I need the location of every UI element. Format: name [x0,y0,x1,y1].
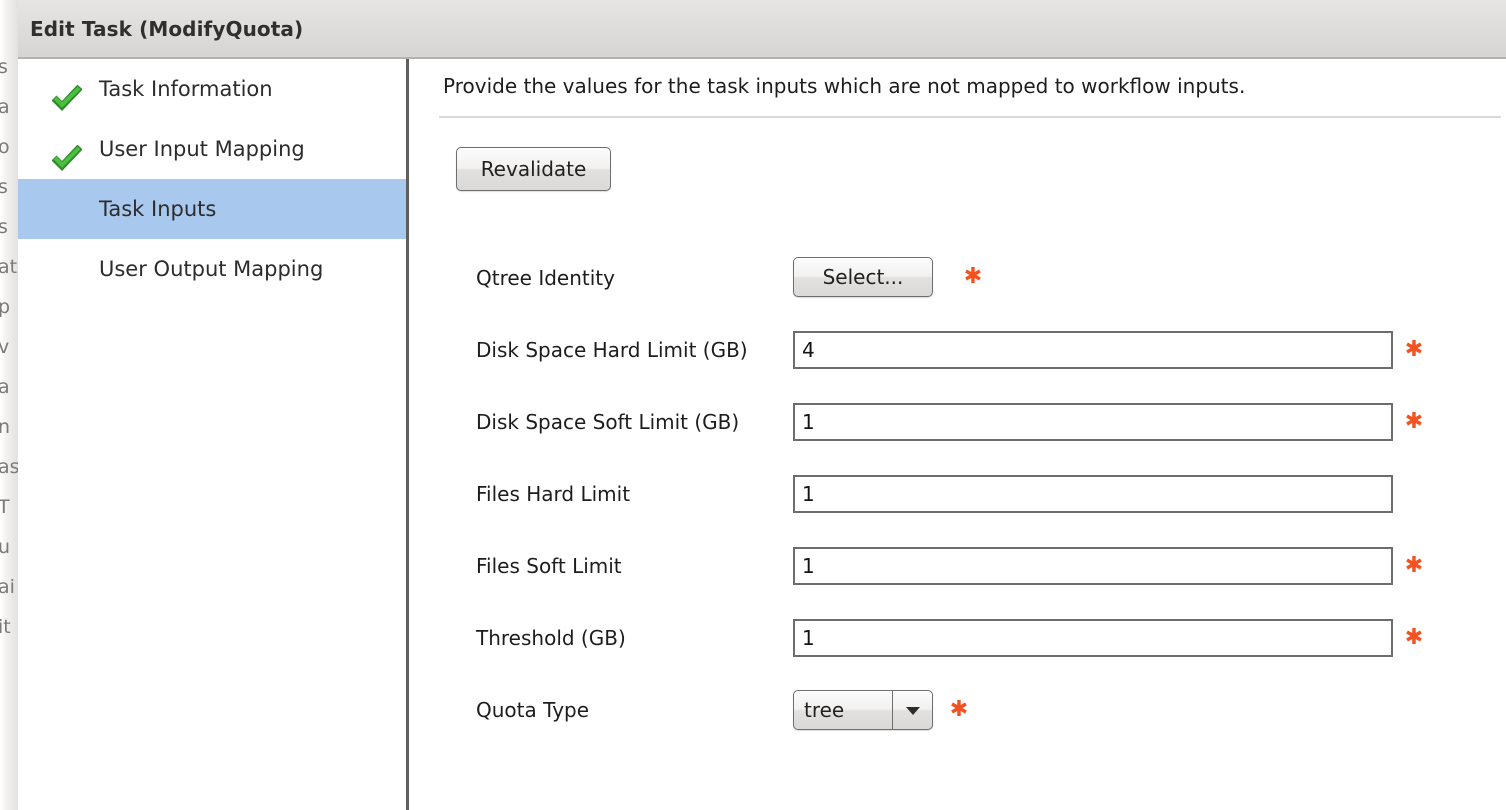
backdrop-text-fragment: s [0,176,8,198]
horizontal-divider [439,116,1501,118]
panel-instruction: Provide the values for the task inputs w… [443,74,1246,98]
field-label: Qtree Identity [476,266,615,290]
sidebar-item-user-output-mapping[interactable]: User Output Mapping [18,239,406,299]
field-label: Disk Space Soft Limit (GB) [476,410,740,434]
task-inputs-panel: Provide the values for the task inputs w… [409,59,1506,810]
backdrop-text-fragment: s [0,216,8,238]
sidebar-item-label: Task Inputs [99,197,217,221]
backdrop-text-fragment: a [0,376,10,398]
backdrop-text-fragment: a [0,96,10,118]
form-row-files-soft-limit: Files Soft Limit ✱ [409,543,1506,589]
required-asterisk-icon: ✱ [949,697,969,722]
sidebar-item-task-information[interactable]: Task Information [18,59,406,119]
threshold-input[interactable] [793,619,1393,657]
backdrop-text-fragment: p [0,296,11,318]
disk-space-soft-limit-input[interactable] [793,403,1393,441]
files-soft-limit-input[interactable] [793,547,1393,585]
dialog-title: Edit Task (ModifyQuota) [30,17,304,41]
quota-type-selected-value: tree [804,698,845,722]
required-asterisk-icon: ✱ [1404,625,1424,650]
green-check-icon [51,76,83,112]
quota-type-dropdown[interactable]: tree [793,690,933,730]
required-asterisk-icon: ✱ [1404,337,1424,362]
green-check-icon [51,136,83,172]
sidebar-item-label: User Output Mapping [99,257,324,281]
revalidate-button[interactable]: Revalidate [456,147,611,191]
form-row-quota-type: Quota Type tree ✱ [409,687,1506,733]
backdrop-text-fragment: ai [0,576,15,598]
form-row-qtree-identity: Qtree Identity Select... ✱ [409,255,1506,301]
files-hard-limit-input[interactable] [793,475,1393,513]
field-label: Files Soft Limit [476,554,622,578]
backdrop-text-fragment: o [0,136,10,158]
form-row-files-hard-limit: Files Hard Limit [409,471,1506,517]
qtree-identity-select-button[interactable]: Select... [793,257,933,297]
sidebar-item-label: User Input Mapping [99,137,305,161]
backdrop-text-fragment: s [0,56,8,78]
field-label: Threshold (GB) [476,626,626,650]
backdrop-text-fragment: T [0,496,10,518]
background-page-edge: s a o s s at p v a n as T u ai it [0,0,18,810]
form-row-disk-space-hard-limit: Disk Space Hard Limit (GB) ✱ [409,327,1506,373]
form-row-threshold: Threshold (GB) ✱ [409,615,1506,661]
backdrop-text-fragment: it [0,616,11,638]
dialog-titlebar: Edit Task (ModifyQuota) [18,0,1506,59]
field-label: Files Hard Limit [476,482,631,506]
edit-task-dialog: Edit Task (ModifyQuota) Task Information [18,0,1506,810]
field-label: Disk Space Hard Limit (GB) [476,338,748,362]
backdrop-text-fragment: at [0,256,18,278]
backdrop-text-fragment: u [0,536,11,558]
sidebar-item-task-inputs[interactable]: Task Inputs [18,179,406,239]
form-row-disk-space-soft-limit: Disk Space Soft Limit (GB) ✱ [409,399,1506,445]
backdrop-text-fragment: n [0,416,11,438]
sidebar-item-label: Task Information [99,77,273,101]
required-asterisk-icon: ✱ [1404,409,1424,434]
required-asterisk-icon: ✱ [963,264,983,289]
required-asterisk-icon: ✱ [1404,553,1424,578]
field-label: Quota Type [476,698,590,722]
chevron-down-icon[interactable] [892,691,932,729]
sidebar-item-user-input-mapping[interactable]: User Input Mapping [18,119,406,179]
backdrop-text-fragment: v [0,336,10,358]
backdrop-text-fragment: as [0,456,18,478]
dialog-body: Task Information User Input Mapping Task… [18,59,1506,810]
disk-space-hard-limit-input[interactable] [793,331,1393,369]
wizard-step-list: Task Information User Input Mapping Task… [18,59,409,810]
